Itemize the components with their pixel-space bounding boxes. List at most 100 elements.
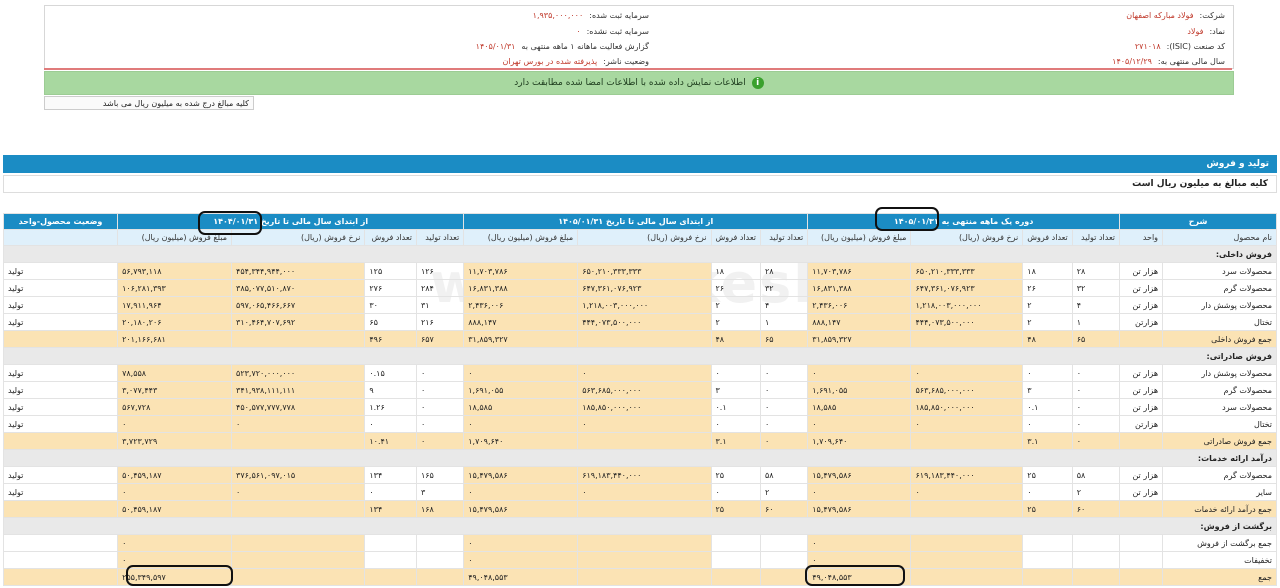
- value-cell: ۳۱: [415, 296, 465, 314]
- value-cell: ۰: [807, 551, 912, 569]
- product-name-cell: جمع برگشت از فروش: [1162, 534, 1277, 552]
- value-cell: ۱.۲۶: [364, 398, 417, 416]
- table-row: محصولات گرم هزار تن ۵۸ ۲۵ ۶۱۹,۱۸۳,۴۴۰,۰۰۰ ۱۵,…: [2, 466, 1277, 484]
- value-cell: ۱,۶۹۱,۰۵۵: [807, 381, 912, 399]
- status-cell: تولید: [2, 364, 119, 382]
- value-cell: ۳۱۰,۴۶۴,۷۰۷,۶۹۲: [231, 313, 366, 331]
- value-cell: [415, 551, 465, 569]
- unit-cell: [1119, 432, 1164, 450]
- value-cell: [577, 551, 712, 569]
- value-cell: ۶۵: [759, 330, 809, 348]
- unit-cell: هزارتن: [1119, 313, 1164, 331]
- value-cell: ۲۶: [1022, 279, 1073, 297]
- product-name-cell: محصولات گرم: [1162, 381, 1277, 399]
- value-cell: ۰: [807, 534, 912, 552]
- value-cell: ۰: [117, 534, 233, 552]
- status-cell: [2, 551, 119, 569]
- value-cell: [910, 500, 1024, 518]
- value-cell: ۱,۲۱۸,۰۰۳,۰۰۰,۰۰۰: [577, 296, 712, 314]
- group-status: وضعیت محصول-واحد: [2, 213, 119, 230]
- value-cell: [577, 534, 712, 552]
- value-cell: ۶۴۷,۳۶۱,۰۷۶,۹۲۳: [910, 279, 1024, 297]
- value-cell: [910, 330, 1024, 348]
- product-name-cell: جمع: [1162, 568, 1277, 586]
- value-cell: ۰: [117, 415, 233, 433]
- value-cell: ۰: [759, 432, 809, 450]
- value-cell: ۲۵۵,۳۴۹,۵۹۷: [117, 568, 233, 586]
- status-cell: [2, 534, 119, 552]
- value-cell: ۲۶: [710, 279, 761, 297]
- value-cell: ۸۸۸,۱۴۷: [463, 313, 579, 331]
- value-cell: [577, 330, 712, 348]
- value-cell: ۱۸: [710, 262, 761, 280]
- unit-cell: [1119, 568, 1164, 586]
- value-cell: ۰: [463, 364, 579, 382]
- product-name-cell: محصولات پوشش دار: [1162, 364, 1277, 382]
- unit-cell: [1119, 330, 1164, 348]
- value-cell: ۵۶۳,۶۸۵,۰۰۰,۰۰۰: [577, 381, 712, 399]
- value-cell: ۰: [807, 415, 912, 433]
- col-rate: نرخ فروش (ریال): [231, 229, 366, 246]
- value-cell: ۶۰: [1071, 500, 1121, 518]
- value-cell: ۰: [1022, 415, 1073, 433]
- product-name-cell: محصولات سرد: [1162, 262, 1277, 280]
- group-ytd: از ابتدای سال مالی تا تاریخ ۱۴۰۵/۰۱/۳۱: [463, 213, 809, 230]
- category-row: برگشت از فروش:: [3, 517, 1277, 535]
- product-name-cell: جمع درآمد ارائه خدمات: [1162, 500, 1277, 518]
- value-cell: ۱۶۸: [415, 500, 465, 518]
- value-cell: ۱۶,۸۳۱,۳۸۸: [463, 279, 579, 297]
- value-cell: ۹: [364, 381, 417, 399]
- table-body: فروش داخلی: محصولات سرد هزار تن ۲۸ ۱۸ ۶۵۰,۲۱۰…: [2, 245, 1277, 586]
- value-cell: [577, 432, 712, 450]
- value-cell: ۴۵۴,۳۴۴,۹۴۴,۰۰۰: [231, 262, 366, 280]
- value-cell: ۱,۲۱۸,۰۰۳,۰۰۰,۰۰۰: [910, 296, 1024, 314]
- value-cell: ۰: [463, 483, 579, 501]
- value-cell: ۵۸: [759, 466, 809, 484]
- value-cell: ۳۴۱,۹۳۸,۱۱۱,۱۱۱: [231, 381, 366, 399]
- value-cell: [1071, 568, 1121, 586]
- value-cell: ۶۵: [1071, 330, 1121, 348]
- unit-cell: هزارتن: [1119, 415, 1164, 433]
- value-cell: ۵۰,۴۵۹,۱۸۷: [117, 466, 233, 484]
- value-cell: [1022, 568, 1073, 586]
- status-cell: [2, 500, 119, 518]
- value-cell: ۵۸: [1071, 466, 1121, 484]
- value-cell: ۶۵۰,۲۱۰,۳۳۳,۳۳۳: [577, 262, 712, 280]
- value-cell: [910, 432, 1024, 450]
- unit-cell: هزار تن: [1119, 364, 1164, 382]
- unit-cell: هزار تن: [1119, 262, 1164, 280]
- value-cell: ۰: [415, 432, 465, 450]
- product-name-cell: محصولات پوشش دار: [1162, 296, 1277, 314]
- report-period-field: گزارش فعالیت ماهانه ۱ ماهه منتهی به۱۴۰۵/…: [475, 42, 649, 51]
- value-cell: ۲۰,۱۸۰,۲۰۶: [117, 313, 233, 331]
- col-amount: مبلغ فروش (میلیون ریال): [117, 229, 233, 246]
- product-name-cell: محصولات سرد: [1162, 398, 1277, 416]
- value-cell: ۰: [1022, 483, 1073, 501]
- value-cell: ۰.۱۵: [364, 364, 417, 382]
- value-cell: ۲,۴۳۶,۰۰۶: [463, 296, 579, 314]
- status-cell: تولید: [2, 262, 119, 280]
- value-cell: ۵۲۳,۷۲۰,۰۰۰,۰۰۰: [231, 364, 366, 382]
- fiscal-year-field: سال مالی منتهی به:۱۴۰۵/۱۲/۲۹: [1112, 57, 1225, 66]
- product-name-cell: تختال: [1162, 415, 1277, 433]
- value-cell: [910, 568, 1024, 586]
- unit-note: کلیه مبالغ درج شده به میلیون ریال می باش…: [44, 96, 254, 110]
- value-cell: ۰: [364, 415, 417, 433]
- total-row: جمع درآمد ارائه خدمات ۶۰ ۲۵ ۱۵,۴۷۹,۵۸۶ ۶۰ ۲۵ ۱…: [2, 500, 1277, 518]
- value-cell: ۲۵: [1022, 500, 1073, 518]
- value-cell: ۰: [415, 381, 465, 399]
- value-cell: ۴۹۶: [364, 330, 417, 348]
- value-cell: ۰: [1071, 398, 1121, 416]
- col-amount: مبلغ فروش (میلیون ریال): [463, 229, 579, 246]
- col-rate: نرخ فروش (ریال): [910, 229, 1024, 246]
- value-cell: ۴۵۰,۵۷۷,۷۷۷,۷۷۸: [231, 398, 366, 416]
- value-cell: ۱۰.۴۱: [364, 432, 417, 450]
- value-cell: [364, 568, 417, 586]
- product-name-cell: محصولات گرم: [1162, 466, 1277, 484]
- value-cell: ۵۰,۴۵۹,۱۸۷: [117, 500, 233, 518]
- unit-cell: [1119, 534, 1164, 552]
- value-cell: ۵۶,۷۹۳,۱۱۸: [117, 262, 233, 280]
- status-cell: تولید: [2, 279, 119, 297]
- value-cell: ۶۱۹,۱۸۳,۴۴۰,۰۰۰: [577, 466, 712, 484]
- product-name-cell: جمع فروش صادراتی: [1162, 432, 1277, 450]
